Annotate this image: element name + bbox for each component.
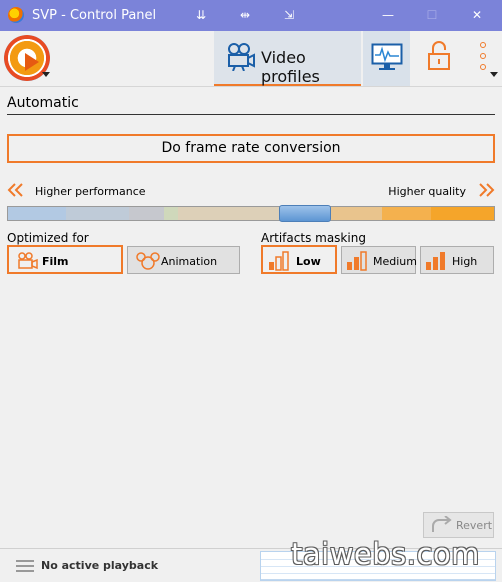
quality-slider-thumb[interactable] — [279, 205, 331, 222]
fast-forward-icon — [479, 183, 495, 197]
camera-icon — [18, 252, 38, 270]
close-button[interactable]: ✕ — [466, 5, 488, 25]
lock-icon — [428, 41, 450, 70]
camera-icon — [228, 43, 255, 71]
animation-label: Animation — [161, 255, 218, 268]
tab-monitor[interactable] — [363, 31, 410, 86]
more-dot-icon — [480, 42, 486, 48]
film-label: Film — [42, 255, 69, 268]
artifacts-low-button[interactable]: Low — [261, 245, 337, 274]
tab-video-profiles[interactable]: Video profiles — [214, 31, 361, 86]
frame-rate-conversion-button[interactable]: Do frame rate conversion — [7, 134, 495, 163]
tab-video-profiles-label: Video profiles — [261, 48, 320, 86]
signal-bars-icon — [347, 251, 367, 271]
film-button[interactable]: Film — [7, 245, 123, 274]
menu-icon[interactable] — [16, 560, 34, 572]
title-bar: SVP - Control Panel ⇊ ⇹ ⇲ — ☐ ✕ — [0, 0, 502, 31]
rewind-icon — [7, 183, 23, 197]
maximize-button: ☐ — [426, 8, 438, 22]
tab-more[interactable] — [464, 31, 502, 86]
window-title: SVP - Control Panel — [32, 8, 157, 23]
app-icon — [8, 7, 24, 23]
minimize-button[interactable]: — — [377, 5, 399, 25]
artifacts-medium-button[interactable]: Medium — [341, 246, 417, 274]
optimized-for-label: Optimized for — [7, 231, 89, 245]
watermark: taiwebs.com — [291, 537, 480, 571]
artifacts-masking-label: Artifacts masking — [261, 231, 366, 245]
higher-quality-label: Higher quality — [388, 185, 466, 198]
signal-bars-icon — [426, 252, 445, 270]
signal-bars-icon — [269, 251, 289, 271]
medium-label: Medium — [373, 255, 417, 268]
monitor-icon — [371, 43, 403, 70]
animation-button[interactable]: Animation — [127, 246, 240, 274]
chevron-down-icon — [490, 72, 498, 77]
profile-name[interactable]: Automatic — [7, 95, 79, 111]
revert-label: Revert — [456, 519, 493, 532]
play-icon — [25, 53, 39, 71]
higher-performance-label: Higher performance — [35, 185, 146, 198]
pin-side-icon[interactable]: ⇹ — [234, 5, 256, 25]
chevron-down-icon[interactable] — [42, 72, 50, 77]
artifacts-high-button[interactable]: High — [420, 246, 494, 274]
high-label: High — [452, 255, 478, 268]
pin-down-icon[interactable]: ⇊ — [190, 5, 212, 25]
toolbar: Video profiles — [0, 31, 502, 86]
mickey-icon — [136, 252, 160, 270]
status-text: No active playback — [41, 559, 159, 572]
revert-button: Revert — [423, 512, 494, 538]
more-dot-icon — [480, 53, 486, 59]
tab-lock[interactable] — [412, 31, 462, 86]
low-label: Low — [296, 255, 321, 268]
divider — [0, 86, 502, 87]
divider — [7, 114, 495, 115]
undo-icon — [432, 516, 452, 532]
snap-icon[interactable]: ⇲ — [278, 5, 300, 25]
quality-slider-track[interactable] — [7, 206, 495, 221]
more-dot-icon — [480, 64, 486, 70]
